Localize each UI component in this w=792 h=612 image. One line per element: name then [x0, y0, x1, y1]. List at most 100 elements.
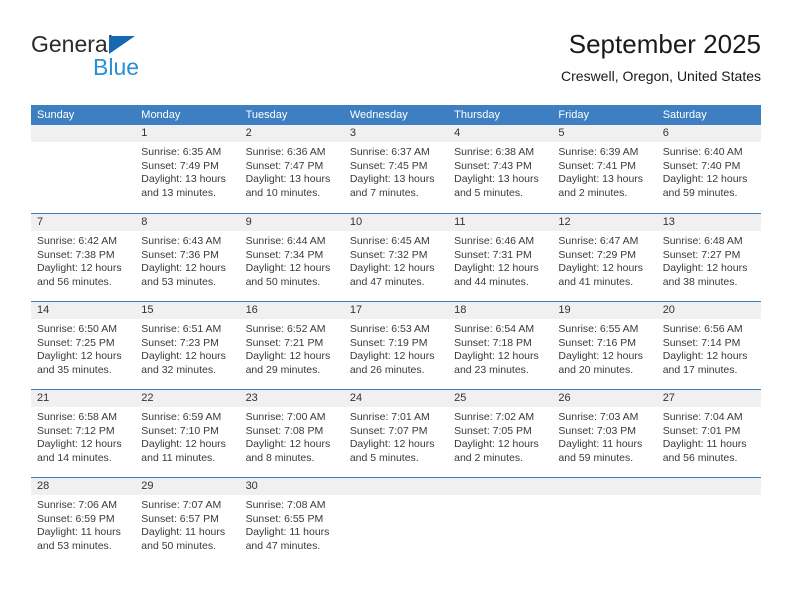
day-cell[interactable]: 5 Sunrise: 6:39 AM Sunset: 7:41 PM Daylight… [552, 125, 657, 213]
sunrise-text: Sunrise: 6:55 AM [558, 323, 639, 335]
day-cell[interactable]: 25 Sunrise: 7:02 AM Sunset: 7:05 PM Dayligh… [448, 390, 553, 477]
day-cell[interactable]: 24 Sunrise: 7:01 AM Sunset: 7:07 PM Dayligh… [343, 390, 449, 477]
calendar-week-row: 7 Sunrise: 6:42 AM Sunset: 7:38 PM Daylight… [31, 213, 761, 301]
sunset-text: Sunset: 6:55 PM [245, 512, 324, 525]
day-cell[interactable]: 8 Sunrise: 6:43 AM Sunset: 7:36 PM Daylight… [135, 214, 240, 301]
day-cell[interactable]: 4 Sunrise: 6:38 AM Sunset: 7:43 PM Daylight… [448, 125, 553, 213]
day-cell[interactable]: 22 Sunrise: 6:59 AM Sunset: 7:10 PM Dayligh… [135, 390, 240, 477]
sunrise-text: Sunrise: 7:03 AM [558, 411, 639, 423]
day-sun-info: Sunrise: 7:02 AM Sunset: 7:05 PM Daylight:… [448, 407, 552, 465]
day-cell[interactable]: 26 Sunrise: 7:03 AM Sunset: 7:03 PM Dayligh… [552, 390, 657, 477]
sunrise-text: Sunrise: 7:08 AM [245, 499, 326, 511]
daylight-text-line1: Daylight: 11 hours [245, 526, 330, 539]
day-number-band [656, 478, 761, 495]
day-number-band: 14 [31, 302, 136, 319]
day-number-band: 27 [656, 390, 761, 407]
day-cell[interactable]: 7 Sunrise: 6:42 AM Sunset: 7:38 PM Daylight… [31, 214, 136, 301]
day-number-band: 7 [31, 214, 136, 231]
day-cell[interactable]: 6 Sunrise: 6:40 AM Sunset: 7:40 PM Daylight… [656, 125, 761, 213]
sunset-text: Sunset: 7:29 PM [558, 248, 637, 261]
sunset-text: Sunset: 7:07 PM [349, 424, 428, 437]
day-sun-info: Sunrise: 7:04 AM Sunset: 7:01 PM Daylight:… [657, 407, 761, 465]
day-number: 10 [349, 216, 363, 228]
day-sun-info: Sunrise: 6:54 AM Sunset: 7:18 PM Daylight:… [448, 319, 552, 377]
sunset-text: Sunset: 6:57 PM [141, 512, 219, 525]
day-number-band: 12 [552, 214, 657, 231]
sunset-text: Sunset: 7:45 PM [349, 159, 428, 172]
page-title: September 2025 [568, 29, 761, 59]
daylight-text-line2: and 47 minutes. [349, 275, 425, 288]
day-cell-empty [552, 478, 657, 565]
daylight-text-line2: and 38 minutes. [662, 275, 738, 288]
day-cell-empty [448, 478, 553, 565]
day-number: 21 [37, 392, 50, 404]
calendar-week-row: 28 Sunrise: 7:06 AM Sunset: 6:59 PM Dayligh… [31, 477, 761, 565]
sunrise-text: Sunrise: 6:44 AM [245, 235, 326, 247]
day-cell-empty [656, 478, 761, 565]
day-number-band: 22 [135, 390, 240, 407]
day-cell[interactable]: 9 Sunrise: 6:44 AM Sunset: 7:34 PM Daylight… [239, 214, 344, 301]
sunset-text: Sunset: 7:38 PM [37, 248, 115, 261]
day-cell[interactable]: 15 Sunrise: 6:51 AM Sunset: 7:23 PM Dayligh… [135, 302, 240, 389]
day-cell[interactable]: 18 Sunrise: 6:54 AM Sunset: 7:18 PM Dayligh… [448, 302, 553, 389]
daylight-text-line2: and 2 minutes. [454, 451, 524, 464]
day-cell[interactable]: 3 Sunrise: 6:37 AM Sunset: 7:45 PM Daylight… [343, 125, 449, 213]
day-number: 26 [558, 392, 571, 404]
day-cell[interactable]: 28 Sunrise: 7:06 AM Sunset: 6:59 PM Dayligh… [31, 478, 136, 565]
sunset-text: Sunset: 7:18 PM [454, 336, 532, 349]
day-cell[interactable]: 13 Sunrise: 6:48 AM Sunset: 7:27 PM Dayligh… [656, 214, 761, 301]
day-number-band: 6 [656, 125, 761, 142]
daylight-text-line1: Daylight: 12 hours [349, 438, 435, 451]
sunset-text: Sunset: 7:25 PM [37, 336, 115, 349]
day-number: 6 [662, 127, 669, 139]
sunset-text: Sunset: 7:36 PM [141, 248, 219, 261]
daylight-text-line2: and 7 minutes. [349, 186, 419, 199]
calendar-week-row: 21 Sunrise: 6:58 AM Sunset: 7:12 PM Dayligh… [31, 389, 761, 477]
daylight-text-line1: Daylight: 13 hours [245, 173, 331, 186]
day-number-band: 10 [343, 214, 449, 231]
sunrise-text: Sunrise: 6:35 AM [141, 146, 222, 158]
day-number-band [343, 478, 449, 495]
day-cell[interactable]: 14 Sunrise: 6:50 AM Sunset: 7:25 PM Dayligh… [31, 302, 136, 389]
day-number-band [448, 478, 553, 495]
sunset-text: Sunset: 7:12 PM [37, 424, 115, 437]
day-cell[interactable]: 27 Sunrise: 7:04 AM Sunset: 7:01 PM Dayligh… [656, 390, 761, 477]
day-cell[interactable]: 2 Sunrise: 6:36 AM Sunset: 7:47 PM Daylight… [239, 125, 344, 213]
day-number-band: 3 [343, 125, 449, 142]
sunset-text: Sunset: 7:32 PM [349, 248, 428, 261]
day-cell[interactable]: 11 Sunrise: 6:46 AM Sunset: 7:31 PM Dayligh… [448, 214, 553, 301]
day-number: 27 [662, 392, 675, 404]
day-cell[interactable]: 17 Sunrise: 6:53 AM Sunset: 7:19 PM Dayligh… [343, 302, 449, 389]
day-number-band: 23 [239, 390, 344, 407]
day-sun-info: Sunrise: 6:58 AM Sunset: 7:12 PM Daylight:… [31, 407, 135, 465]
daylight-text-line2: and 26 minutes. [349, 363, 425, 376]
day-cell[interactable]: 29 Sunrise: 7:07 AM Sunset: 6:57 PM Dayligh… [135, 478, 240, 565]
day-cell[interactable]: 12 Sunrise: 6:47 AM Sunset: 7:29 PM Dayligh… [552, 214, 657, 301]
day-cell[interactable]: 19 Sunrise: 6:55 AM Sunset: 7:16 PM Dayligh… [552, 302, 657, 389]
day-cell[interactable]: 23 Sunrise: 7:00 AM Sunset: 7:08 PM Dayligh… [239, 390, 344, 477]
sunset-text: Sunset: 7:49 PM [141, 159, 219, 172]
day-number-band: 16 [239, 302, 344, 319]
day-number: 11 [454, 216, 466, 228]
day-number: 15 [141, 304, 154, 316]
daylight-text-line2: and 2 minutes. [558, 186, 628, 199]
daylight-text-line1: Daylight: 13 hours [454, 173, 539, 186]
day-cell[interactable]: 1 Sunrise: 6:35 AM Sunset: 7:49 PM Daylight… [135, 125, 240, 213]
sunrise-text: Sunrise: 6:54 AM [454, 323, 535, 335]
sunrise-text: Sunrise: 6:45 AM [349, 235, 430, 247]
day-cell[interactable]: 16 Sunrise: 6:52 AM Sunset: 7:21 PM Dayligh… [239, 302, 344, 389]
daylight-text-line1: Daylight: 12 hours [141, 438, 226, 451]
daylight-text-line1: Daylight: 12 hours [141, 262, 226, 275]
day-cell[interactable]: 21 Sunrise: 6:58 AM Sunset: 7:12 PM Dayligh… [31, 390, 136, 477]
general-blue-logo[interactable]: General Blue [31, 32, 221, 88]
day-cell[interactable]: 30 Sunrise: 7:08 AM Sunset: 6:55 PM Dayligh… [239, 478, 344, 565]
calendar-page: General Blue September 2025 Creswell, Or… [0, 0, 792, 612]
day-number-band: 20 [656, 302, 761, 319]
page-header: General Blue September 2025 Creswell, Or… [31, 28, 761, 100]
day-cell[interactable]: 10 Sunrise: 6:45 AM Sunset: 7:32 PM Dayligh… [343, 214, 449, 301]
day-cell[interactable]: 20 Sunrise: 6:56 AM Sunset: 7:14 PM Dayligh… [656, 302, 761, 389]
sunrise-text: Sunrise: 6:42 AM [37, 235, 117, 247]
daylight-text-line1: Daylight: 12 hours [662, 173, 748, 186]
sunrise-text: Sunrise: 6:59 AM [141, 411, 222, 423]
day-sun-info: Sunrise: 6:37 AM Sunset: 7:45 PM Daylight:… [344, 142, 448, 200]
